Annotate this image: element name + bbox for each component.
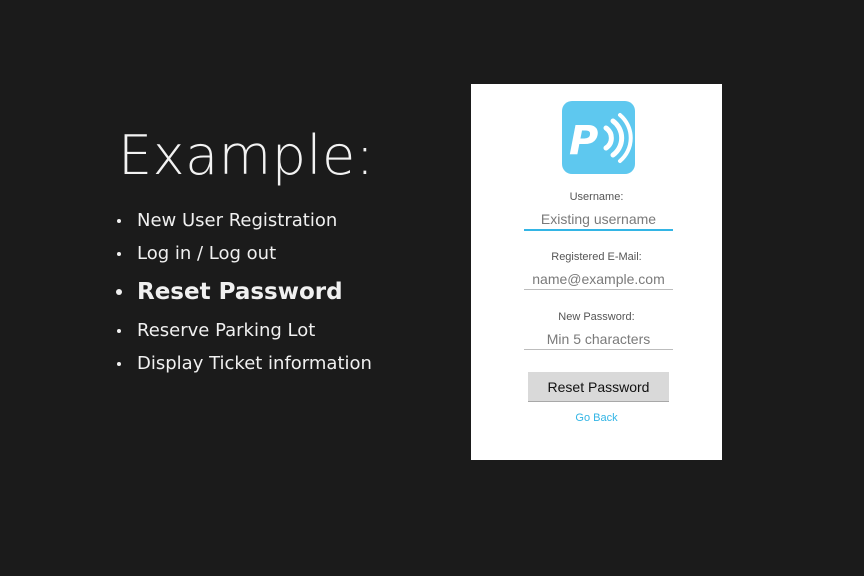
new-password-input[interactable]	[524, 329, 673, 350]
feature-item: Reserve Parking Lot	[116, 314, 372, 347]
slide-title: Example:	[118, 124, 375, 187]
feature-list: New User Registration Log in / Log out R…	[116, 204, 372, 380]
logo-letter: P	[569, 118, 598, 164]
reset-password-button[interactable]: Reset Password	[528, 372, 669, 402]
username-label: Username:	[569, 191, 624, 203]
feature-item-active: Reset Password	[116, 270, 372, 314]
email-label: Registered E-Mail:	[551, 251, 642, 263]
parking-wireless-icon: P	[562, 101, 635, 174]
username-input[interactable]	[524, 209, 673, 231]
feature-item: New User Registration	[116, 204, 372, 237]
feature-item: Log in / Log out	[116, 237, 372, 270]
email-input[interactable]	[524, 269, 673, 290]
go-back-link[interactable]: Go Back	[471, 412, 722, 424]
feature-item: Display Ticket information	[116, 347, 372, 380]
new-password-label: New Password:	[558, 311, 635, 323]
app-screen: P Username: Registered E-Mail: New Passw…	[471, 84, 722, 460]
